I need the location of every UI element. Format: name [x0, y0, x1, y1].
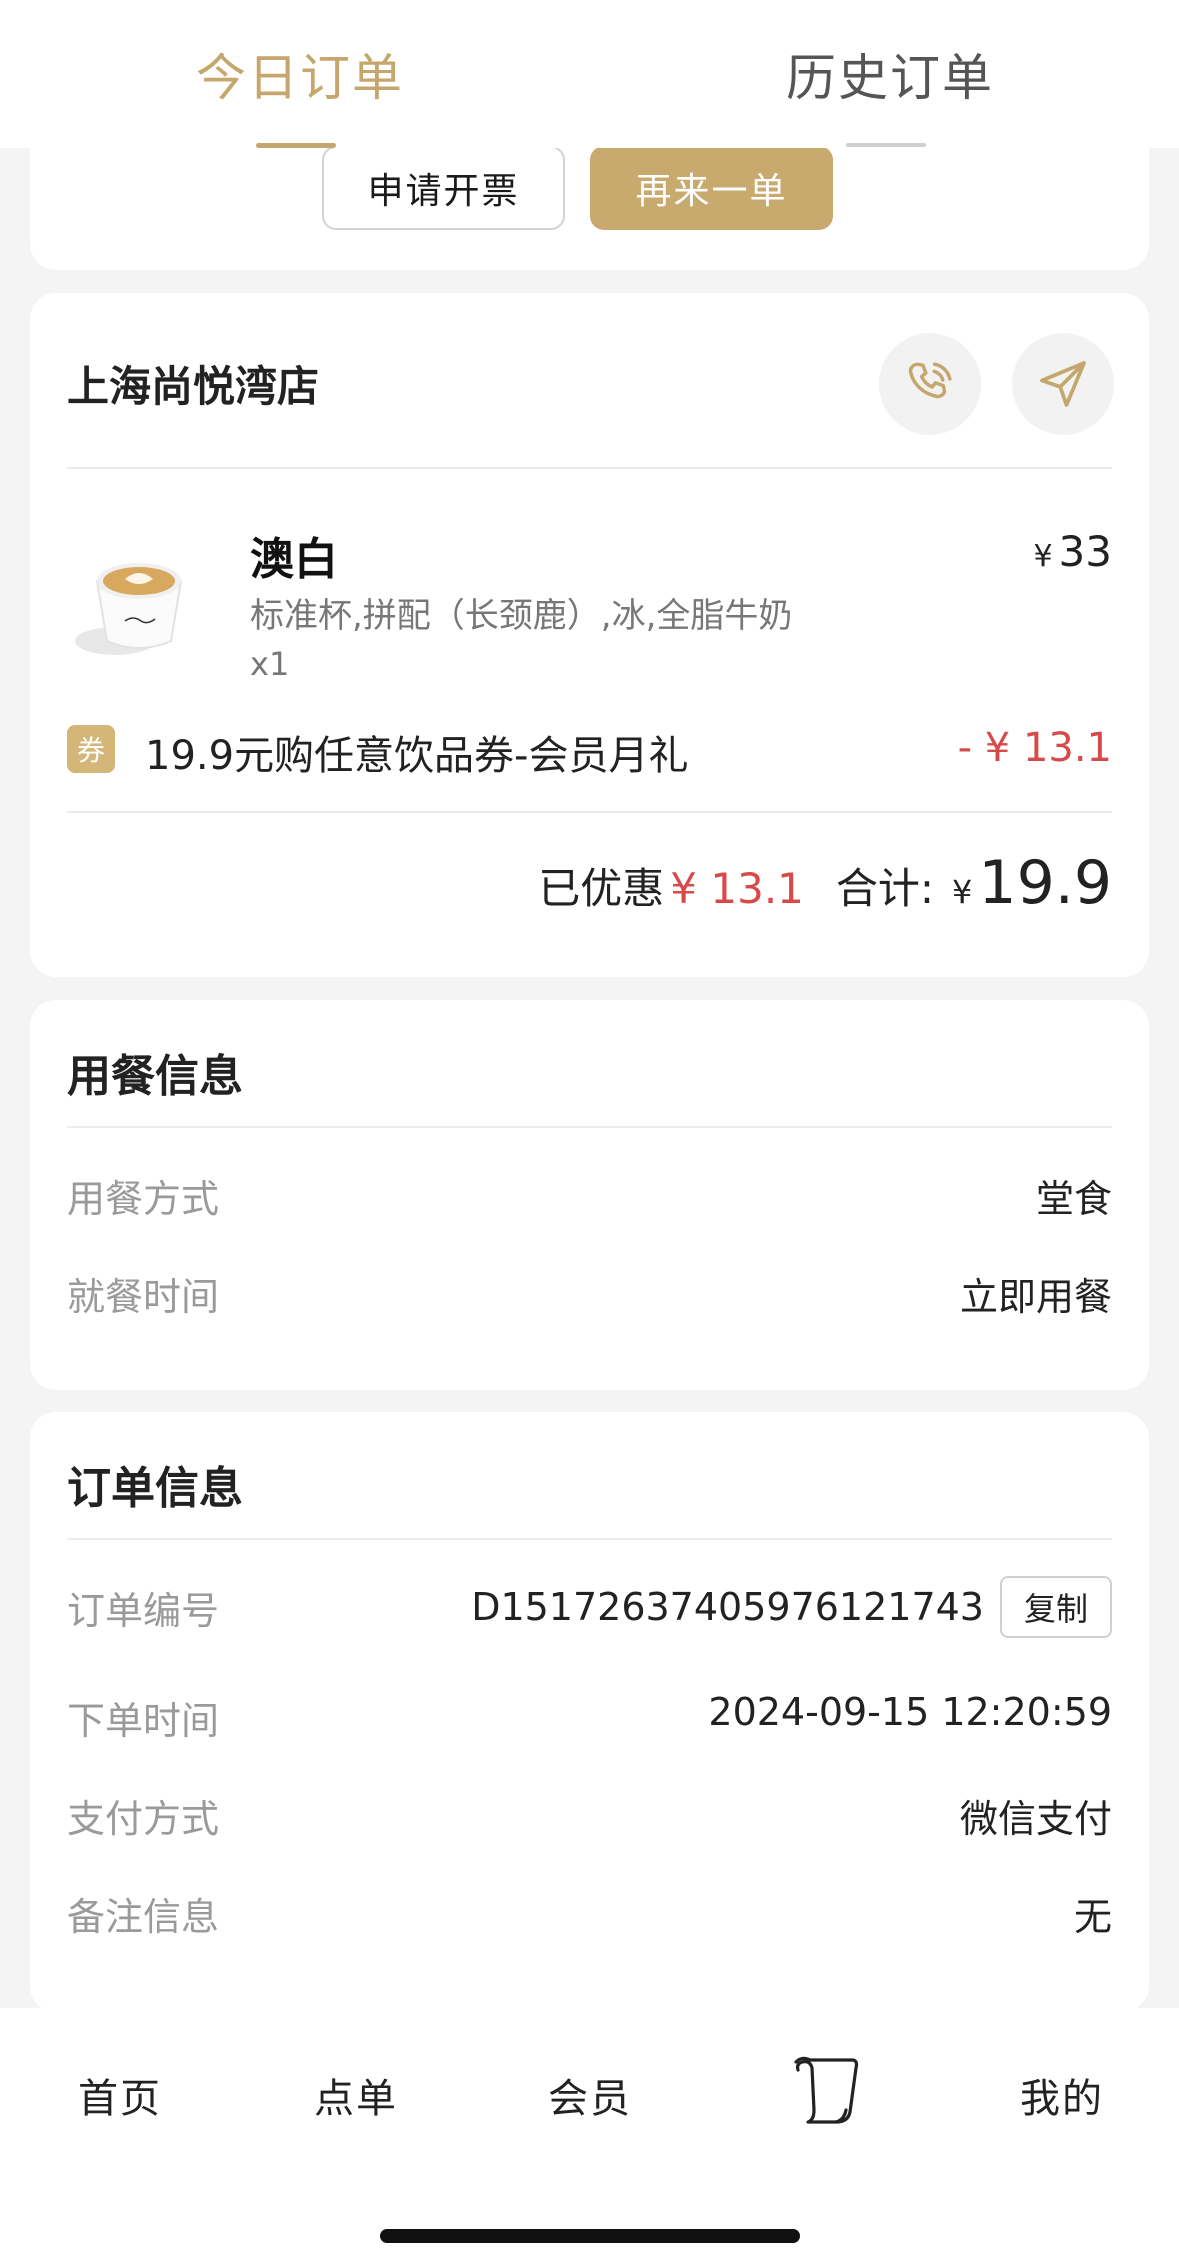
order-number-label: 订单编号: [67, 1589, 220, 1633]
discount-value: ¥ 13.1: [670, 864, 804, 913]
coupon-badge: 券: [67, 725, 115, 773]
order-info-title: 订单信息: [67, 1463, 243, 1514]
call-store-button[interactable]: [879, 333, 981, 435]
discount-label: 已优惠: [538, 864, 665, 913]
tab-today-underline: [256, 143, 336, 148]
tab-today-orders[interactable]: 今日订单: [196, 38, 404, 110]
dining-info-title: 用餐信息: [67, 1051, 243, 1102]
coupon-name: 19.9元购任意饮品券-会员月礼: [145, 733, 689, 779]
dining-method-label: 用餐方式: [67, 1177, 220, 1221]
tab-history-orders[interactable]: 历史订单: [786, 38, 994, 110]
coupon-discount-amount: - ¥ 13.1: [957, 725, 1112, 771]
reorder-button[interactable]: 再来一单: [590, 146, 833, 230]
order-number-value: D1517263740597612174​3: [471, 1585, 984, 1629]
dining-time-value: 立即用餐: [959, 1275, 1112, 1319]
divider: [67, 467, 1112, 469]
scroll-icon: [794, 2056, 859, 2124]
dining-time-label: 就餐时间: [67, 1275, 220, 1319]
dining-method-value: 堂食: [1035, 1177, 1112, 1221]
nav-orders[interactable]: [786, 2054, 866, 2126]
product-name: 澳白: [250, 534, 338, 585]
remarks-value: 无: [1073, 1895, 1112, 1939]
tab-history-underline: [846, 143, 926, 147]
store-name: 上海尚悦湾店: [67, 362, 320, 411]
divider: [67, 1538, 1112, 1540]
nav-member[interactable]: 会员: [548, 2066, 632, 2124]
divider: [67, 1126, 1112, 1128]
bottom-navigation: 首页 点单 会员 我的: [0, 2008, 1179, 2261]
request-invoice-button[interactable]: 申请开票: [322, 146, 565, 230]
product-image: [67, 523, 212, 668]
order-summary: 已优惠 ¥ 13.1 合计: ¥ 19.9: [538, 848, 1112, 918]
product-quantity: x1: [250, 645, 290, 683]
store-order-card: 上海尚悦湾店 澳白 标准杯,拼配（长颈鹿）,冰,全脂牛奶 x1 ¥33 券 19…: [30, 293, 1149, 977]
payment-method-value: 微信支付: [959, 1797, 1112, 1841]
order-tabs: 今日订单 历史订单: [0, 0, 1179, 148]
payment-method-label: 支付方式: [67, 1797, 220, 1841]
order-number-row: D1517263740597612174​3 复制: [471, 1576, 1112, 1638]
dining-info-card: 用餐信息 用餐方式 堂食 就餐时间 立即用餐: [30, 1000, 1149, 1390]
currency-symbol: ¥: [1033, 539, 1053, 574]
navigate-icon: [1040, 361, 1086, 407]
product-price-value: 33: [1058, 527, 1112, 576]
remarks-label: 备注信息: [67, 1895, 220, 1939]
order-time-label: 下单时间: [67, 1699, 220, 1743]
divider: [67, 811, 1112, 813]
home-indicator: [380, 2229, 800, 2243]
nav-menu[interactable]: 点单: [314, 2066, 398, 2124]
product-spec: 标准杯,拼配（长颈鹿）,冰,全脂牛奶: [250, 596, 793, 636]
navigate-store-button[interactable]: [1012, 333, 1114, 435]
total-value: 19.9: [978, 848, 1112, 918]
product-price: ¥33: [1033, 527, 1112, 576]
copy-order-number-button[interactable]: 复制: [999, 1576, 1112, 1638]
nav-home[interactable]: 首页: [78, 2066, 162, 2124]
phone-icon: [908, 362, 952, 399]
total-label: 合计:: [835, 864, 935, 913]
nav-mine[interactable]: 我的: [1020, 2066, 1104, 2124]
order-info-card: 订单信息 订单编号 D1517263740597612174​3 复制 下单时间…: [30, 1412, 1149, 2012]
order-time-value: 2024-09-15 12:20:59: [708, 1690, 1112, 1734]
total-currency-symbol: ¥: [952, 873, 973, 911]
